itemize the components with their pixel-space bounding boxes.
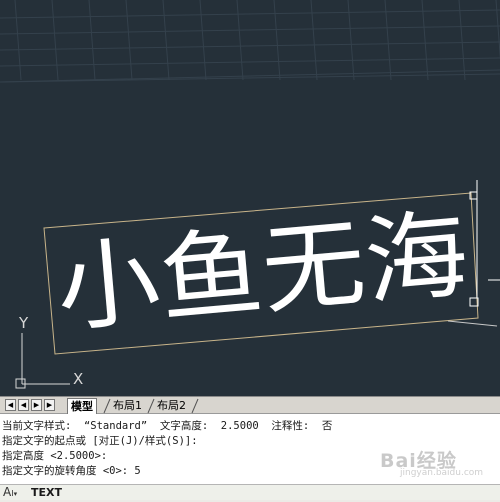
drawing-layer: 小鱼无海 Y X: [15, 180, 500, 389]
ucs-y-label: Y: [18, 314, 29, 332]
ucs-x-label: X: [73, 370, 83, 388]
command-input-bar[interactable]: AI▾ TEXT: [0, 484, 500, 500]
rubberband-line: [447, 320, 498, 327]
tab-separators: [103, 398, 199, 414]
layout-tab-bar: ◀ ◀ ▶ ▶ 模型 布局1 布局2: [0, 396, 500, 414]
command-history-line: 当前文字样式: “Standard” 文字高度: 2.5000 注释性: 否: [2, 420, 333, 432]
command-input[interactable]: TEXT: [31, 485, 62, 500]
command-prompt-icon[interactable]: AI▾: [3, 485, 17, 502]
drawing-canvas[interactable]: 小鱼无海 Y X: [0, 0, 500, 396]
watermark-url: jingyan.baidu.com: [400, 468, 484, 478]
